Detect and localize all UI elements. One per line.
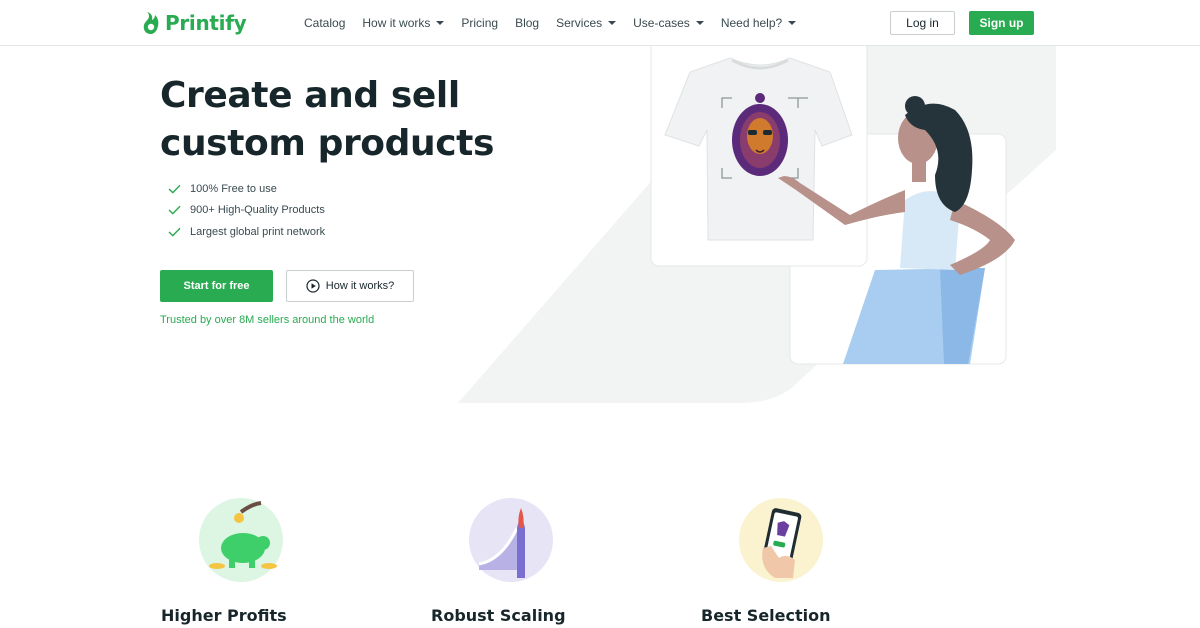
nav-services[interactable]: Services <box>556 16 617 30</box>
nav-label: Services <box>556 16 603 30</box>
caret-down-icon <box>608 21 617 25</box>
nav-label: Pricing <box>461 16 499 30</box>
feature-item: 900+ High-Quality Products <box>168 200 325 222</box>
benefit-title: Robust Scaling <box>431 606 566 625</box>
nav-how-it-works[interactable]: How it works <box>362 16 445 30</box>
nav-label: Need help? <box>720 16 783 30</box>
nav-catalog[interactable]: Catalog <box>304 16 345 30</box>
main-nav: Catalog How it works Pricing Blog Servic… <box>304 0 813 46</box>
nav-need-help[interactable]: Need help? <box>720 16 797 30</box>
nav-label: How it works <box>362 16 431 30</box>
login-button[interactable]: Log in <box>890 11 955 35</box>
trusted-text: Trusted by over 8M sellers around the wo… <box>160 314 375 326</box>
feature-item: 100% Free to use <box>168 178 325 200</box>
rocket-growth-icon <box>469 498 553 582</box>
nav-use-cases[interactable]: Use-cases <box>633 16 704 30</box>
hero-illustration <box>650 40 1015 365</box>
checkmark-icon <box>168 227 181 237</box>
feature-list: 100% Free to use 900+ High-Quality Produ… <box>168 178 325 243</box>
play-circle-icon <box>306 279 320 293</box>
piggy-bank-icon <box>199 498 283 582</box>
nav-blog[interactable]: Blog <box>515 16 539 30</box>
feature-item: Largest global print network <box>168 221 325 243</box>
caret-down-icon <box>695 21 704 25</box>
site-header: Printify Catalog How it works Pricing Bl… <box>0 0 1200 46</box>
caret-down-icon <box>788 21 797 25</box>
checkmark-icon <box>168 205 181 215</box>
nav-label: Use-cases <box>633 16 690 30</box>
caret-down-icon <box>436 21 445 25</box>
how-it-works-button[interactable]: How it works? <box>286 270 414 302</box>
benefit-card: Higher Profits <box>161 498 361 625</box>
printify-logo-icon <box>143 12 159 34</box>
benefit-title: Best Selection <box>701 606 831 625</box>
benefit-title: Higher Profits <box>161 606 287 625</box>
feature-label: Largest global print network <box>190 225 326 238</box>
phone-shirt-icon <box>739 498 823 582</box>
feature-label: 900+ High-Quality Products <box>190 204 325 217</box>
nav-pricing[interactable]: Pricing <box>461 16 498 30</box>
nav-label: Catalog <box>304 16 346 30</box>
checkmark-icon <box>168 184 181 194</box>
how-it-works-label: How it works? <box>325 280 395 292</box>
benefit-card: Robust Scaling <box>431 498 631 625</box>
printify-logo[interactable]: Printify <box>142 10 247 36</box>
benefit-card: Best Selection <box>701 498 901 625</box>
brand-name: Printify <box>165 11 247 35</box>
signup-button[interactable]: Sign up <box>969 11 1034 35</box>
nav-label: Blog <box>515 16 540 30</box>
start-for-free-button[interactable]: Start for free <box>160 270 273 302</box>
hero-title: Create and sell custom products <box>160 75 495 164</box>
feature-label: 100% Free to use <box>190 182 277 195</box>
